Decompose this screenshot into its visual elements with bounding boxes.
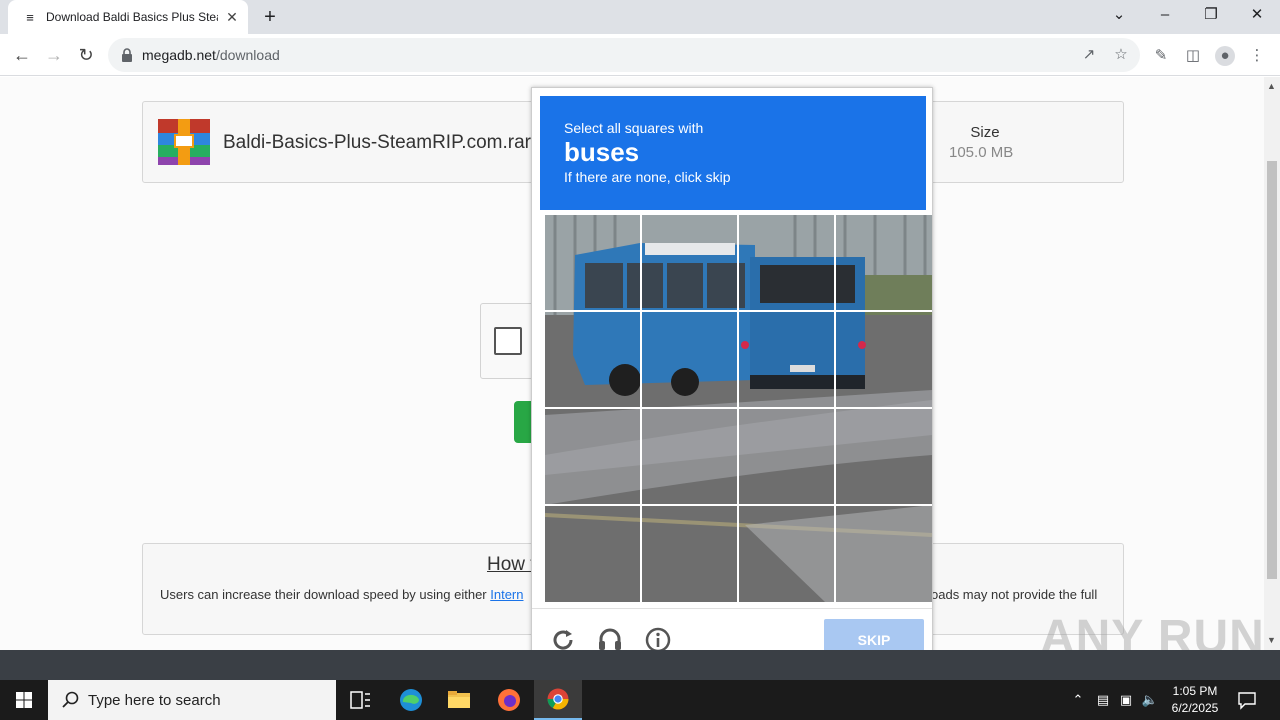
site-favicon-icon: ≡ (26, 9, 34, 25)
grid-tile[interactable] (642, 215, 737, 310)
url-domain: megadb.net (142, 47, 216, 63)
url-path: /download (215, 47, 280, 63)
grid-tile[interactable] (836, 409, 931, 504)
grid-tile[interactable] (739, 215, 834, 310)
firefox-icon[interactable] (485, 680, 533, 720)
tips-text-right: oads may not provide the full (931, 587, 1098, 602)
task-view-icon[interactable] (336, 680, 384, 720)
prompt-line: Select all squares with (564, 120, 704, 136)
grid-tile[interactable] (836, 312, 931, 407)
grid-tile[interactable] (642, 312, 737, 407)
tips-text-left: Users can increase their download speed … (160, 587, 491, 602)
size-label: Size (970, 124, 1000, 141)
grid-tile[interactable] (545, 506, 640, 601)
captcha-checkbox[interactable] (494, 327, 522, 355)
restore-button[interactable]: ❐ (1188, 0, 1234, 30)
grid-tile[interactable] (642, 506, 737, 601)
scroll-up-icon[interactable]: ▲ (1267, 81, 1276, 91)
volume-icon[interactable]: 🔈 (1141, 691, 1159, 709)
share-icon[interactable]: ↗ (1080, 46, 1098, 64)
grid-tile[interactable] (739, 409, 834, 504)
taskbar-clock[interactable]: 1:05 PM 6/2/2025 (1164, 683, 1226, 717)
rar-archive-icon (158, 119, 210, 165)
prompt-hint: If there are none, click skip (564, 169, 731, 185)
chrome-icon[interactable] (534, 680, 582, 720)
grid-tile[interactable] (836, 215, 931, 310)
search-placeholder: Type here to search (88, 692, 221, 709)
captcha-challenge-popup: Select all squares with buses If there a… (531, 87, 933, 669)
scrollbar-thumb[interactable] (1267, 161, 1277, 579)
page-scrollbar[interactable]: ▲ ▼ (1264, 77, 1280, 650)
clock-time: 1:05 PM (1172, 684, 1218, 698)
network-drive-icon[interactable]: ▤ (1094, 691, 1112, 709)
tab-strip: ≡ Download Baldi Basics Plus Steam ✕ + ⌄… (0, 0, 1280, 34)
grid-tile[interactable] (545, 312, 640, 407)
taskbar-search[interactable]: Type here to search (48, 680, 336, 720)
file-explorer-icon[interactable] (435, 680, 483, 720)
challenge-prompt: Select all squares with buses If there a… (540, 96, 926, 210)
menu-kebab-icon[interactable]: ⋮ (1247, 46, 1267, 66)
minimize-button[interactable]: – (1142, 0, 1188, 30)
grid-tile[interactable] (739, 312, 834, 407)
grid-tile[interactable] (545, 409, 640, 504)
back-arrow-icon[interactable]: ← (10, 43, 34, 67)
image-grid (545, 215, 932, 602)
scroll-down-icon[interactable]: ▼ (1267, 635, 1276, 645)
address-bar[interactable]: megadb.net/download ↗ ☆ (108, 38, 1140, 72)
tab-search-icon[interactable]: ⌄ (1096, 0, 1142, 30)
profile-avatar-icon[interactable]: ● (1215, 46, 1235, 66)
show-hidden-icons-icon[interactable]: ⌃ (1069, 691, 1087, 709)
close-window-button[interactable]: ✕ (1234, 0, 1280, 30)
browser-tab[interactable]: ≡ Download Baldi Basics Plus Steam ✕ (8, 0, 248, 34)
search-icon (62, 691, 79, 708)
forward-arrow-icon[interactable]: → (42, 43, 66, 67)
browser-toolbar: ← → ↻ megadb.net/download ↗ ☆ ✎ ◫ ● ⋮ (0, 34, 1280, 76)
grid-tile[interactable] (836, 506, 931, 601)
reload-icon[interactable]: ↻ (74, 43, 98, 67)
windows-taskbar: Type here to search ⌃ ▤ ▣ 🔈 1:05 PM 6/2/… (0, 680, 1280, 720)
extensions-icon[interactable]: ✎ (1151, 46, 1171, 66)
grid-tile[interactable] (739, 506, 834, 601)
windows-start-icon[interactable] (0, 680, 48, 720)
size-value: 105.0 MB (949, 144, 1014, 161)
bookmark-star-icon[interactable]: ☆ (1112, 46, 1130, 64)
tips-text: Users can increase their download speed … (160, 587, 524, 602)
lock-icon (122, 48, 132, 62)
notification-icon[interactable] (1236, 689, 1258, 711)
clock-date: 6/2/2025 (1171, 701, 1219, 715)
url-text: megadb.net/download (142, 47, 280, 63)
edge-browser-icon[interactable] (387, 680, 435, 720)
grid-tile[interactable] (545, 215, 640, 310)
new-tab-button[interactable]: + (258, 6, 282, 28)
network-icon[interactable]: ▣ (1117, 691, 1135, 709)
page-bottom-strip (0, 650, 1280, 680)
file-name: Baldi-Basics-Plus-SteamRIP.com.rar (223, 132, 531, 153)
side-panel-icon[interactable]: ◫ (1183, 46, 1203, 66)
tab-title: Download Baldi Basics Plus Steam (46, 10, 218, 24)
grid-tile[interactable] (642, 409, 737, 504)
tips-link[interactable]: Intern (490, 587, 523, 602)
tips-heading: How t (487, 554, 536, 575)
close-tab-icon[interactable]: ✕ (224, 9, 240, 25)
prompt-keyword: buses (564, 137, 640, 167)
